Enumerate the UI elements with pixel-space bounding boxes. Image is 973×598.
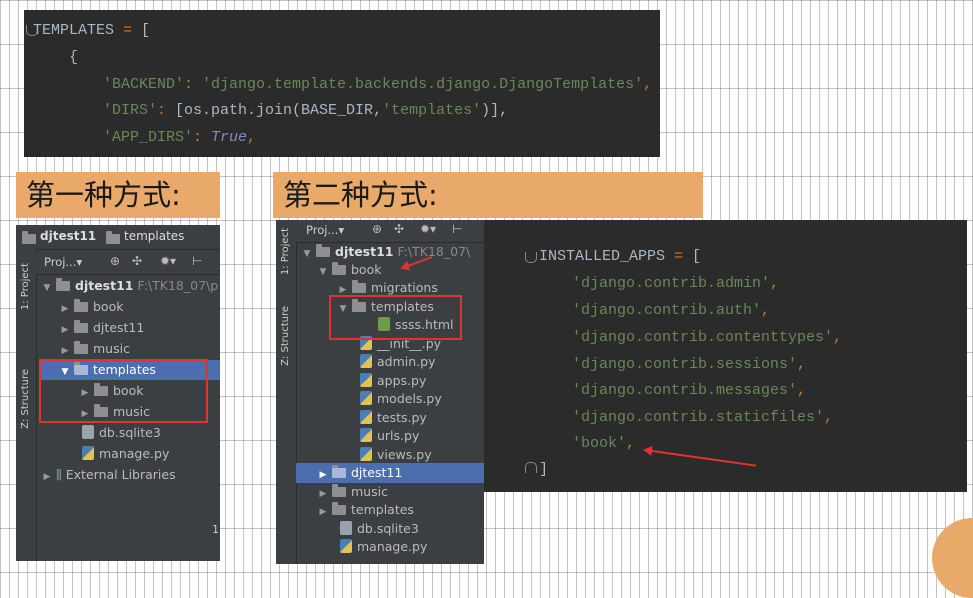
python-file-icon xyxy=(360,447,372,461)
python-file-icon xyxy=(360,410,372,424)
hide-panel-icon[interactable]: ⊢ xyxy=(452,222,462,236)
scroll-from-source-icon[interactable]: ⊕ xyxy=(110,254,120,268)
tree-item-music[interactable]: ▶ music xyxy=(318,482,388,502)
collapsed-arrow-icon: ▶ xyxy=(61,325,69,335)
line-number-gutter: 1 xyxy=(212,523,219,536)
navigation-bar: djtest11 templates xyxy=(16,225,220,250)
folder-icon xyxy=(352,280,366,293)
annotation-box-templates xyxy=(39,359,208,423)
folder-icon xyxy=(332,502,346,515)
folder-icon xyxy=(74,320,88,333)
database-file-icon xyxy=(340,521,352,535)
expanded-arrow-icon: ▼ xyxy=(319,267,327,277)
tree-item-db-sqlite3[interactable]: db.sqlite3 xyxy=(340,519,419,539)
app-entry: 'django.contrib.messages', xyxy=(572,382,807,399)
code-line-2: { xyxy=(33,49,79,66)
apps-close-line: ] xyxy=(539,461,549,478)
app-entry: 'django.contrib.admin', xyxy=(572,275,780,292)
app-entry-book: 'book', xyxy=(572,435,636,452)
code-line-5: 'APP_DIRS': True, xyxy=(103,129,257,146)
collapsed-arrow-icon: ▶ xyxy=(61,346,69,356)
code-line-4: 'DIRS': [os.path.join(BASE_DIR,'template… xyxy=(103,102,509,119)
code-line-3: 'BACKEND': 'django.template.backends.dja… xyxy=(103,76,653,93)
folder-icon xyxy=(316,244,330,257)
settings-gear-icon[interactable]: ✹▾ xyxy=(420,222,436,236)
settings-gear-icon[interactable]: ✹▾ xyxy=(160,254,176,268)
project-view-dropdown[interactable]: Proj...▾ xyxy=(306,223,344,237)
collapsed-arrow-icon: ▶ xyxy=(319,507,327,517)
expanded-arrow-icon: ▼ xyxy=(303,249,311,259)
installed-apps-code-block: INSTALLED_APPS = [ 'django.contrib.admin… xyxy=(484,220,967,492)
tab-project[interactable]: 1: Project xyxy=(20,263,31,310)
fold-marker-icon[interactable] xyxy=(525,462,537,473)
nav-folder-name[interactable]: templates xyxy=(124,229,184,243)
app-entry: 'django.contrib.auth', xyxy=(572,302,771,319)
tree-item-manage-py[interactable]: manage.py xyxy=(82,444,169,464)
app-entry: 'django.contrib.sessions', xyxy=(572,356,807,373)
tree-item-djtest11-selected[interactable]: ▶ djtest11 xyxy=(296,463,484,483)
project-toolbar: Proj...▾ ⊕ ✣ ✹▾ ⊢ xyxy=(296,220,484,243)
templates-code-block: TEMPLATES = [ { 'BACKEND': 'django.templ… xyxy=(24,10,660,157)
folder-icon xyxy=(74,341,88,354)
tab-project[interactable]: 1: Project xyxy=(280,228,291,275)
tree-item-admin-py[interactable]: admin.py xyxy=(360,352,435,372)
folder-icon xyxy=(22,231,36,244)
expanded-arrow-icon: ▼ xyxy=(43,283,51,293)
python-file-icon xyxy=(340,539,352,553)
tree-root[interactable]: ▼ djtest11 F:\TK18_07\p xyxy=(42,276,218,296)
decorative-orange-circle xyxy=(932,518,973,598)
annotation-box-book-templates xyxy=(329,295,462,340)
folder-icon xyxy=(74,299,88,312)
apps-head-line: INSTALLED_APPS = [ xyxy=(539,248,702,265)
app-entry: 'django.contrib.staticfiles', xyxy=(572,409,834,426)
tab-structure[interactable]: Z: Structure xyxy=(280,306,291,366)
code-line-1: TEMPLATES = [ xyxy=(33,22,151,39)
scroll-from-source-icon[interactable]: ⊕ xyxy=(372,222,382,236)
folder-icon xyxy=(332,262,346,275)
folder-icon xyxy=(106,231,120,244)
hide-panel-icon[interactable]: ⊢ xyxy=(192,254,202,268)
collapse-all-icon[interactable]: ✣ xyxy=(132,254,142,268)
collapsed-arrow-icon: ▶ xyxy=(61,304,69,314)
tree-item-apps-py[interactable]: apps.py xyxy=(360,371,426,391)
app-entry: 'django.contrib.contenttypes', xyxy=(572,329,843,346)
folder-icon xyxy=(332,465,346,478)
tab-structure[interactable]: Z: Structure xyxy=(20,369,31,429)
folder-icon xyxy=(332,484,346,497)
project-view-dropdown[interactable]: Proj...▾ xyxy=(44,255,82,269)
fold-marker-icon[interactable] xyxy=(525,252,537,263)
database-file-icon xyxy=(82,425,94,439)
method-one-label: 第一种方式: xyxy=(16,172,220,218)
tree-item-music[interactable]: ▶ music xyxy=(60,339,130,359)
tree-item-djtest11[interactable]: ▶ djtest11 xyxy=(60,318,144,338)
nav-project-name[interactable]: djtest11 xyxy=(40,229,96,243)
tree-item-external-libraries[interactable]: ▶ ⫼ External Libraries xyxy=(42,465,176,485)
tool-window-strip: 1: Project Z: Structure xyxy=(16,249,37,561)
tree-item-tests-py[interactable]: tests.py xyxy=(360,408,427,428)
python-file-icon xyxy=(360,428,372,442)
python-file-icon xyxy=(360,391,372,405)
library-icon: ⫼ xyxy=(56,467,62,482)
right-ide-project-panel: 1: Project Z: Structure Proj...▾ ⊕ ✣ ✹▾ … xyxy=(276,220,484,564)
collapse-all-icon[interactable]: ✣ xyxy=(394,222,404,236)
tree-item-urls-py[interactable]: urls.py xyxy=(360,426,419,446)
tool-window-strip: 1: Project Z: Structure xyxy=(276,220,297,564)
project-toolbar: Proj...▾ ⊕ ✣ ✹▾ ⊢ xyxy=(36,252,220,275)
python-file-icon xyxy=(360,354,372,368)
tree-item-book[interactable]: ▶ book xyxy=(60,297,123,317)
python-file-icon xyxy=(82,446,94,460)
tree-item-book[interactable]: ▼ book xyxy=(318,260,381,280)
tree-item-db-sqlite3[interactable]: db.sqlite3 xyxy=(82,423,161,443)
method-two-label: 第二种方式: xyxy=(273,172,703,218)
tree-item-views-py[interactable]: views.py xyxy=(360,445,432,465)
collapsed-arrow-icon: ▶ xyxy=(43,472,51,482)
tree-item-templates[interactable]: ▶ templates xyxy=(318,500,414,520)
tree-item-manage-py[interactable]: manage.py xyxy=(340,537,427,557)
folder-icon xyxy=(56,278,70,291)
python-file-icon xyxy=(360,373,372,387)
tree-root[interactable]: ▼ djtest11 F:\TK18_07\ xyxy=(302,242,470,262)
tree-item-models-py[interactable]: models.py xyxy=(360,389,442,409)
